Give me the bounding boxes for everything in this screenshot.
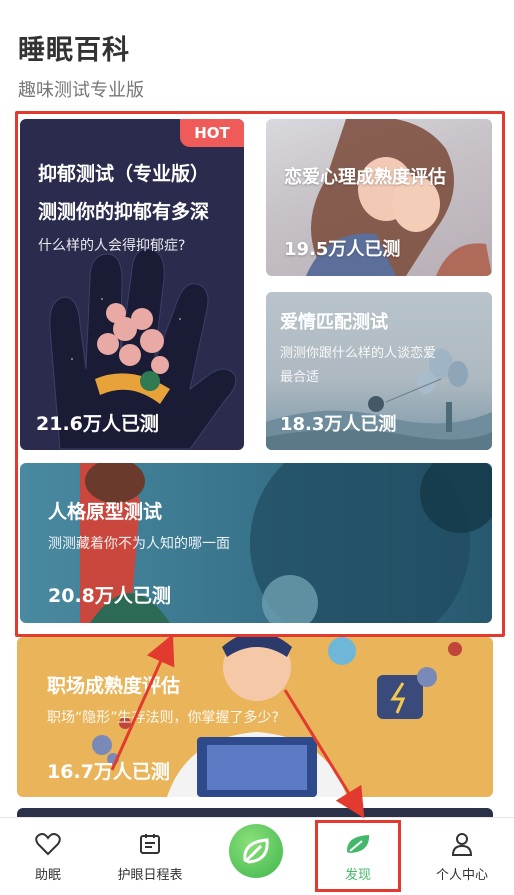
card-count: 18.3万人已测 — [280, 414, 397, 435]
card-description: 什么样的人会得抑郁症? — [38, 238, 186, 254]
card-count: 16.7万人已测 — [47, 761, 170, 783]
card-title: 抑郁测试（专业版） — [38, 163, 210, 185]
heart-icon — [35, 832, 61, 860]
card-count: 21.6万人已测 — [36, 413, 159, 435]
tab-label: 助眠 — [34, 868, 61, 883]
page-subtitle: 趣味测试专业版 — [18, 80, 144, 101]
tab-profile[interactable]: 个人中心 — [420, 818, 504, 895]
card-title-line2: 测测你的抑郁有多深 — [38, 201, 210, 223]
annotation-highlight-discover — [315, 820, 401, 892]
bottom-tab-bar: 助眠 护眼日程表 发现 个人中心 — [0, 817, 514, 895]
card-description: 测测你跟什么样的人谈恋爱 — [280, 346, 437, 361]
card-depression-test[interactable]: HOT 抑郁测试（专业版） 测测你的抑郁有多深 什么样的人会得抑郁症? 21.6… — [20, 119, 244, 450]
tab-schedule[interactable]: 护眼日程表 — [100, 818, 200, 895]
card-count: 19.5万人已测 — [284, 239, 401, 260]
page-header: 睡眠百科 — [18, 28, 130, 67]
calendar-icon — [138, 832, 162, 860]
card-title: 恋爱心理成熟度评估 — [284, 167, 446, 188]
tab-sleep[interactable]: 助眠 — [8, 818, 88, 895]
card-title: 爱情匹配测试 — [280, 312, 388, 333]
leaf-icon — [229, 824, 283, 878]
card-title: 职场成熟度评估 — [47, 675, 181, 697]
card-personality-archetype[interactable]: 人格原型测试 测测藏着你不为人知的哪一面 20.8万人已测 — [20, 463, 492, 623]
card-description: 职场“隐形”生存法则，你掌握了多少? — [47, 710, 279, 726]
card-love-maturity[interactable]: 恋爱心理成熟度评估 19.5万人已测 — [266, 119, 492, 276]
card-count: 20.8万人已测 — [48, 585, 171, 607]
person-icon — [450, 832, 474, 860]
card-workplace-maturity[interactable]: 职场成熟度评估 职场“隐形”生存法则，你掌握了多少? 16.7万人已测 — [17, 637, 493, 797]
card-love-match[interactable]: 爱情匹配测试 测测你跟什么样的人谈恋爱 最合适 18.3万人已测 — [266, 292, 492, 450]
tab-label: 护眼日程表 — [117, 868, 183, 883]
tab-center-action[interactable] — [212, 818, 300, 895]
page-title: 睡眠百科 — [18, 35, 130, 66]
card-description-line2: 最合适 — [280, 370, 320, 385]
tab-label: 个人中心 — [435, 868, 488, 883]
card-title: 人格原型测试 — [48, 501, 163, 523]
hot-badge: HOT — [180, 119, 244, 147]
card-description: 测测藏着你不为人知的哪一面 — [48, 536, 230, 552]
